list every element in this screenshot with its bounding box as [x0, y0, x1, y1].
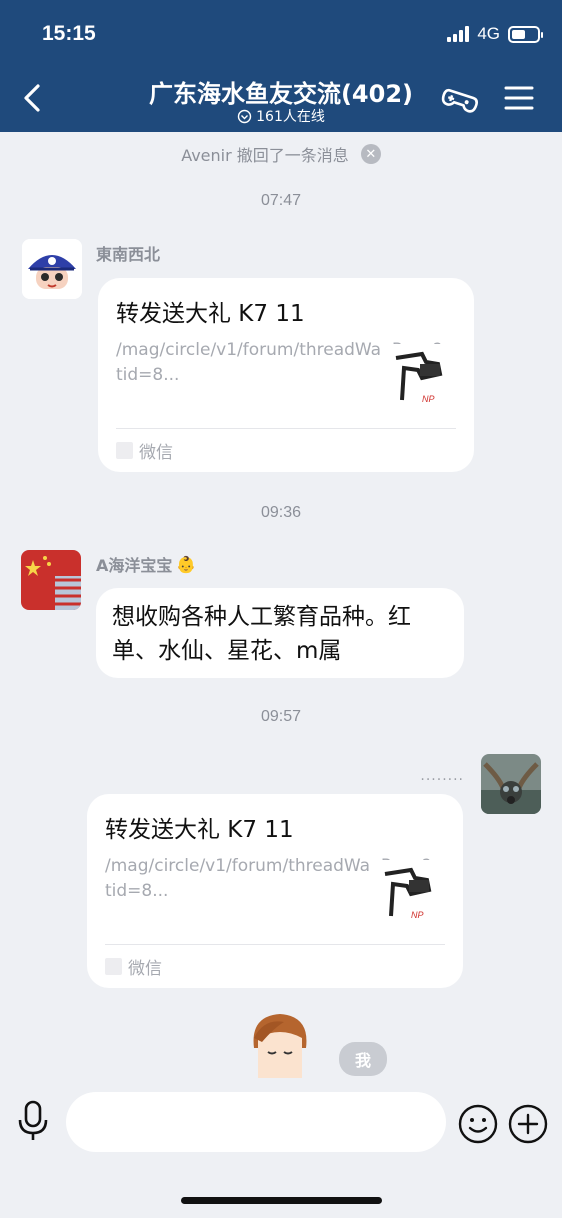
card-thumbnail: NP: [371, 860, 443, 932]
card-title: 转发送大礼 K7 11: [116, 301, 305, 327]
gasmask-avatar-icon: [481, 754, 541, 814]
timestamp: 09:36: [260, 504, 302, 521]
game-controller-icon[interactable]: [440, 80, 480, 120]
card-title: 转发送大礼 K7 11: [105, 817, 294, 843]
microphone-icon[interactable]: [16, 1100, 50, 1142]
source-icon: [105, 958, 122, 975]
pirate-avatar-icon: [22, 239, 82, 299]
menu-icon[interactable]: [504, 84, 534, 112]
text-bubble[interactable]: 想收购各种人工繁育品种。红单、水仙、星花、m属: [96, 588, 464, 678]
avatar[interactable]: [22, 239, 82, 299]
status-indicators: 4G: [447, 24, 543, 44]
close-icon[interactable]: ✕: [360, 144, 381, 164]
link-card-bubble[interactable]: 转发送大礼 K7 11 /mag/circle/v1/forum/threadW…: [87, 794, 463, 988]
chat-area[interactable]: Avenir 撤回了一条消息 ✕ 07:47 東南西北 转发送大礼 K7 11 …: [0, 132, 562, 1078]
source-icon: [116, 442, 133, 459]
status-time: 15:15: [42, 22, 96, 45]
baby-emoji-icon: 👶: [176, 554, 197, 574]
timestamp: 07:47: [260, 192, 302, 209]
link-card-bubble[interactable]: 转发送大礼 K7 11 /mag/circle/v1/forum/threadW…: [98, 278, 474, 472]
sender-name-row: A海洋宝宝 👶: [96, 552, 196, 576]
source-label: 微信: [128, 959, 162, 979]
card-separator: [116, 428, 456, 429]
cartoon-avatar-icon: [253, 1014, 307, 1078]
timestamp: 09:57: [260, 708, 302, 725]
me-label: 我: [339, 1042, 387, 1076]
card-description: /mag/circle/v1/forum/threadWapPage?tid=8…: [116, 340, 443, 385]
battery-level: [512, 29, 526, 39]
avatar[interactable]: [481, 754, 541, 814]
sending-status: ........: [420, 768, 464, 784]
emoji-icon[interactable]: [458, 1104, 498, 1144]
sender-name: A海洋宝宝: [96, 556, 173, 575]
online-indicator-icon: [237, 109, 252, 123]
card-thumbnail: NP: [382, 344, 454, 416]
source-label: 微信: [139, 443, 173, 463]
recall-text: Avenir 撤回了一条消息: [181, 146, 349, 165]
card-description: /mag/circle/v1/forum/threadWapPage?tid=8…: [105, 856, 432, 901]
message-text: 想收购各种人工繁育品种。红单、水仙、星花、m属: [112, 604, 411, 664]
svg-text:NP: NP: [411, 910, 424, 920]
battery-icon: [508, 25, 543, 43]
header-bar: 15:15 4G 广东海水鱼友交流(402) 161人在线: [0, 0, 562, 132]
avatar[interactable]: [21, 550, 81, 610]
flag-avatar-icon: [21, 550, 81, 610]
card-source: 微信: [116, 438, 173, 463]
message-input[interactable]: [66, 1092, 446, 1152]
svg-text:NP: NP: [422, 394, 435, 404]
sender-name: 東南西北: [96, 245, 161, 264]
card-separator: [105, 944, 445, 945]
network-label: 4G: [477, 24, 500, 43]
online-count: 161人在线: [256, 109, 325, 125]
signal-icon: [447, 26, 470, 42]
home-indicator[interactable]: [181, 1197, 382, 1204]
recall-notice: Avenir 撤回了一条消息 ✕: [0, 142, 562, 166]
card-source: 微信: [105, 954, 162, 979]
plus-icon[interactable]: [508, 1104, 548, 1144]
